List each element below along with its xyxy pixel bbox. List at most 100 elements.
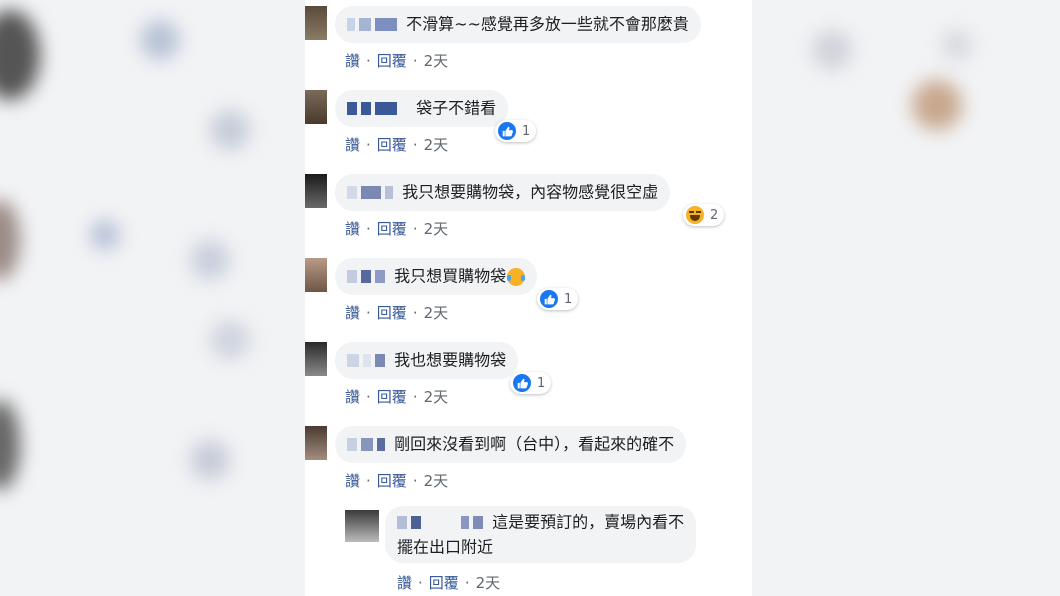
pixelated-username: [347, 102, 357, 115]
comment-timestamp[interactable]: 2天: [424, 218, 449, 239]
blurred-blob: [0, 200, 20, 280]
blurred-background-left: [0, 0, 305, 596]
comment-timestamp[interactable]: 2天: [424, 50, 449, 71]
pixelated-username: [375, 354, 385, 367]
separator-dot: ·: [464, 573, 470, 592]
comment-bubble: 我只想要購物袋，內容物感覺很空虛: [335, 174, 671, 211]
pixelated-username: [473, 516, 483, 529]
pixelated-username: [375, 18, 397, 31]
reply-text-line2: 擺在出口附近: [397, 537, 494, 556]
blurred-blob: [210, 110, 250, 150]
reaction-badge[interactable]: 1: [495, 120, 537, 142]
like-reaction-icon: [498, 122, 516, 140]
comment-timestamp[interactable]: 2天: [476, 572, 501, 593]
separator-dot: ·: [412, 51, 418, 70]
separator-dot: ·: [412, 219, 418, 238]
comment-actions: 讚 · 回覆 · 2天: [345, 218, 448, 239]
reaction-badge[interactable]: 1: [537, 288, 579, 310]
pixelated-username: [347, 186, 357, 199]
blurred-blob: [0, 10, 40, 100]
reply-link[interactable]: 回覆: [429, 572, 459, 593]
like-link[interactable]: 讚: [345, 386, 360, 407]
reply-link[interactable]: 回覆: [377, 218, 407, 239]
comment-timestamp[interactable]: 2天: [424, 134, 449, 155]
like-link[interactable]: 讚: [345, 302, 360, 323]
avatar[interactable]: [305, 6, 327, 40]
comment-actions: 讚 · 回覆 · 2天: [345, 134, 448, 155]
separator-dot: ·: [366, 219, 371, 238]
comment-feed: 不滑算~~感覺再多放一些就不會那麼貴 讚 · 回覆 · 2天 袋子不錯看 1 讚…: [305, 0, 752, 596]
separator-dot: ·: [412, 387, 418, 406]
comment-text: 袋子不錯看: [416, 98, 497, 118]
comment-actions: 讚 · 回覆 · 2天: [345, 50, 448, 71]
like-link[interactable]: 讚: [345, 218, 360, 239]
like-link[interactable]: 讚: [345, 134, 360, 155]
separator-dot: ·: [366, 387, 371, 406]
reply-link[interactable]: 回覆: [377, 302, 407, 323]
haha-reaction-icon: [686, 206, 704, 224]
like-link[interactable]: 讚: [397, 572, 412, 593]
pixelated-username: [347, 438, 357, 451]
pixelated-username: [359, 18, 371, 31]
reply-text-line1: 這是要預訂的，賣場內看不: [492, 512, 685, 532]
comment-text: 我只想要購物袋，內容物感覺很空虛: [402, 182, 659, 202]
like-link[interactable]: 讚: [345, 470, 360, 491]
separator-dot: ·: [412, 303, 418, 322]
reply-link[interactable]: 回覆: [377, 50, 407, 71]
pixelated-username: [377, 438, 385, 451]
avatar[interactable]: [305, 90, 327, 124]
pixelated-username: [347, 18, 355, 31]
reaction-badge[interactable]: 1: [510, 372, 552, 394]
blurred-blob: [942, 30, 972, 60]
comment-timestamp[interactable]: 2天: [424, 386, 449, 407]
comment-timestamp[interactable]: 2天: [424, 302, 449, 323]
separator-dot: ·: [412, 135, 418, 154]
tears-of-joy-emoji: [507, 267, 526, 286]
comment-text: 我也想要購物袋: [394, 350, 507, 370]
reaction-count: 1: [522, 123, 531, 139]
comment-text: 我只想買購物袋: [394, 266, 507, 286]
pixelated-username: [361, 186, 381, 199]
comment-bubble: 袋子不錯看: [335, 90, 509, 127]
comment-timestamp[interactable]: 2天: [424, 470, 449, 491]
blurred-blob: [190, 440, 230, 480]
pixelated-username: [375, 102, 397, 115]
blurred-blob: [140, 20, 180, 60]
avatar[interactable]: [305, 342, 327, 376]
separator-dot: ·: [366, 471, 371, 490]
comment-bubble: 剛回來沒看到啊（台中），看起來的確不: [335, 426, 687, 463]
blurred-blob: [190, 240, 230, 280]
separator-dot: ·: [366, 303, 371, 322]
blurred-blob: [0, 400, 20, 490]
pixelated-username: [361, 438, 373, 451]
pixelated-username: [363, 354, 371, 367]
comment-bubble: 這是要預訂的，賣場內看不 擺在出口附近: [385, 506, 697, 563]
like-link[interactable]: 讚: [345, 50, 360, 71]
avatar[interactable]: [305, 174, 327, 208]
reaction-count: 1: [537, 375, 546, 391]
pixelated-username: [385, 186, 393, 199]
like-reaction-icon: [540, 290, 558, 308]
pixelated-username: [411, 516, 421, 529]
pixelated-username: [361, 102, 371, 115]
separator-dot: ·: [366, 51, 371, 70]
separator-dot: ·: [418, 573, 423, 592]
avatar[interactable]: [305, 258, 327, 292]
comment-bubble: 我也想要購物袋: [335, 342, 519, 379]
comment-actions: 讚 · 回覆 · 2天: [397, 572, 500, 593]
reaction-badge[interactable]: 2: [683, 204, 725, 226]
avatar[interactable]: [305, 426, 327, 460]
avatar[interactable]: [345, 510, 379, 542]
comment-bubble: 不滑算~~感覺再多放一些就不會那麼貴: [335, 6, 701, 43]
comment-text: 不滑算~~感覺再多放一些就不會那麼貴: [406, 14, 689, 34]
reply-link[interactable]: 回覆: [377, 386, 407, 407]
pixelated-username: [361, 270, 371, 283]
pixelated-username: [375, 270, 385, 283]
pixelated-username: [347, 270, 357, 283]
blurred-blob: [210, 320, 250, 360]
reply-link[interactable]: 回覆: [377, 134, 407, 155]
blurred-blob: [90, 220, 120, 250]
pixelated-username: [397, 516, 407, 529]
reaction-count: 1: [564, 291, 573, 307]
reply-link[interactable]: 回覆: [377, 470, 407, 491]
